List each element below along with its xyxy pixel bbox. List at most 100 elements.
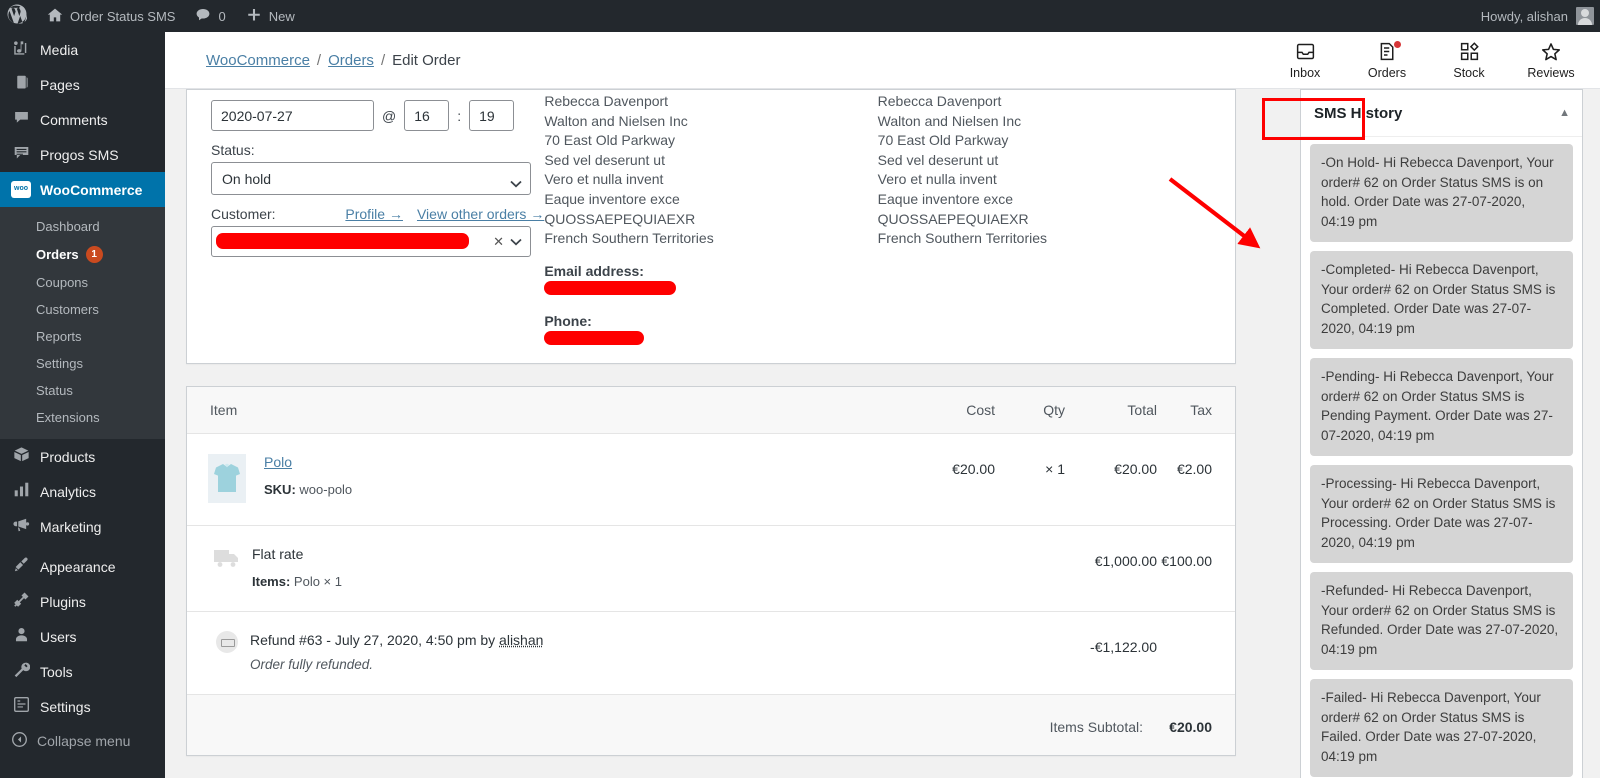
table-row[interactable]: Refund #63 - July 27, 2020, 4:50 pm by a… [187,612,1235,695]
breadcrumb-separator: / [380,51,386,69]
view-other-orders-link[interactable]: View other orders → [417,206,544,222]
table-row[interactable]: Polo SKU: woo-polo €20.00 × 1 €20.00 €2.… [187,434,1235,526]
sidebar-item-customers[interactable]: Customers [0,296,165,323]
chevron-down-icon[interactable] [510,234,522,249]
activity-tab-label: Reviews [1527,65,1575,80]
plus-icon [246,7,262,25]
column-header-cost: Cost [966,402,995,418]
column-header-total: Total [1127,402,1157,418]
sidebar-item-settings[interactable]: Settings [0,689,165,724]
sidebar-item-woocommerce[interactable]: woo WooCommerce [0,172,165,207]
billing-line: 70 East Old Parkway [544,132,676,149]
sidebar-item-label: Tools [40,663,73,680]
howdy-text: Howdy, alishan [1480,8,1568,24]
sms-history-header[interactable]: SMS History ▲ [1301,90,1582,137]
sidebar-item-extensions[interactable]: Extensions [0,404,165,431]
sidebar-item-dashboard[interactable]: Dashboard [0,213,165,240]
adminbar-wp-logo[interactable] [0,0,37,32]
adminbar-site-name[interactable]: Order Status SMS [37,0,185,32]
sidebar-item-label: Pages [40,76,80,93]
clear-x-icon[interactable]: ✕ [493,234,504,250]
site-title: Order Status SMS [70,8,176,24]
appearance-icon [11,556,31,577]
new-label: New [268,8,295,24]
activity-tab-orders[interactable]: Orders [1346,32,1428,89]
sidebar-item-status[interactable]: Status [0,377,165,404]
sidebar-item-label: Settings [40,698,91,715]
breadcrumb-orders[interactable]: Orders [328,52,374,69]
sidebar-item-marketing[interactable]: Marketing [0,509,165,544]
item-qty: × 1 [1045,461,1065,477]
refund-text: Refund #63 - July 27, 2020, 4:50 pm by [250,632,500,648]
sidebar-item-coupons[interactable]: Coupons [0,269,165,296]
plugins-icon [11,591,31,612]
order-date-input[interactable]: 2020-07-27 [211,100,374,131]
sidebar-item-settings[interactable]: Settings [0,350,165,377]
refund-tax-blank [1157,632,1235,639]
collapse-menu-button[interactable]: Collapse menu [0,724,165,758]
submenu-label: Coupons [36,275,89,290]
refund-amount: -€1,122.00 [1090,639,1157,655]
activity-tab-reviews[interactable]: Reviews [1510,32,1592,89]
item-name-link[interactable]: Polo [264,454,292,470]
sidebar-item-label: Comments [40,111,108,128]
sidebar-item-appearance[interactable]: Appearance [0,549,165,584]
sidebar-item-users[interactable]: Users [0,619,165,654]
adminbar-account-area[interactable]: Howdy, alishan [1481,7,1600,25]
polo-shirt-thumbnail [208,454,246,503]
chevron-up-icon[interactable]: ▲ [1559,107,1570,119]
users-icon [11,626,31,647]
marketing-icon [11,516,31,537]
item-sku: SKU: woo-polo [264,482,352,497]
sms-icon [11,144,31,165]
sidebar-item-orders[interactable]: Orders 1 [0,240,165,269]
refund-author-link[interactable]: alishan [499,632,543,648]
list-item: -On Hold- Hi Rebecca Davenport, Your ord… [1310,144,1573,242]
breadcrumb-woocommerce[interactable]: WooCommerce [206,52,310,69]
sidebar-item-media[interactable]: Media [0,32,165,67]
item-cost: €20.00 [952,461,995,477]
sidebar-item-tools[interactable]: Tools [0,654,165,689]
sidebar-item-progos-sms[interactable]: Progos SMS [0,137,165,172]
billing-line: QUOSSAEPEQUIAEXR [544,210,696,227]
shipping-method-name: Flat rate [252,546,304,562]
order-items-panel: Item Cost Qty Total Tax Polo SKU: woo-po… [186,386,1236,756]
order-minute-input[interactable]: 19 [469,100,515,131]
adminbar-new-content[interactable]: New [236,0,305,32]
order-data-columns: 2020-07-27 @ 16 : 19 Status: On hold Cus… [187,90,1235,349]
order-status-select[interactable]: On hold [211,162,531,195]
billing-line: French Southern Territories [544,230,714,247]
sidebar-item-comments[interactable]: Comments [0,102,165,137]
wp-body: WooCommerce / Orders / Edit Order Inbox [165,32,1600,778]
shipping-tax: €100.00 [1161,553,1212,569]
adminbar-comments[interactable]: 0 [185,0,235,32]
wp-admin-bar: Order Status SMS 0 New Howdy, alishan [0,0,1600,32]
shipping-line: Walton and Nielsen Inc [877,112,1022,129]
sidebar-item-products[interactable]: Products [0,439,165,474]
list-item: -Failed- Hi Rebecca Davenport, Your orde… [1310,679,1573,777]
submenu-label: Dashboard [36,219,100,234]
sidebar-item-reports[interactable]: Reports [0,323,165,350]
column-header-qty: Qty [1043,402,1065,418]
sidebar-item-plugins[interactable]: Plugins [0,584,165,619]
table-row[interactable]: Flat rate Items: Polo × 1 €1,000.00 €100… [187,526,1235,612]
order-hour-input[interactable]: 16 [404,100,450,131]
shipping-line: Eaque inventore exce [877,190,1014,207]
activity-tab-inbox[interactable]: Inbox [1264,32,1346,89]
sku-label: SKU: [264,482,296,497]
time-separator: : [457,107,462,124]
status-label: Status: [211,142,255,158]
activity-tab-stock[interactable]: Stock [1428,32,1510,89]
woocommerce-submenu: Dashboard Orders 1 Coupons Customers Rep… [0,207,165,439]
sidebar-item-label: WooCommerce [40,181,143,198]
sidebar-item-pages[interactable]: Pages [0,67,165,102]
sms-history-list: -On Hold- Hi Rebecca Davenport, Your ord… [1301,137,1582,778]
sidebar-item-analytics[interactable]: Analytics [0,474,165,509]
submenu-label: Orders [36,247,79,262]
billing-email-label: Email address: [544,262,644,279]
customer-profile-link[interactable]: Profile → [345,206,403,222]
tools-icon [11,661,31,682]
customer-select[interactable]: alishan ( ✕ [211,226,531,257]
column-header-tax: Tax [1190,402,1212,418]
redaction-phone [544,330,645,345]
